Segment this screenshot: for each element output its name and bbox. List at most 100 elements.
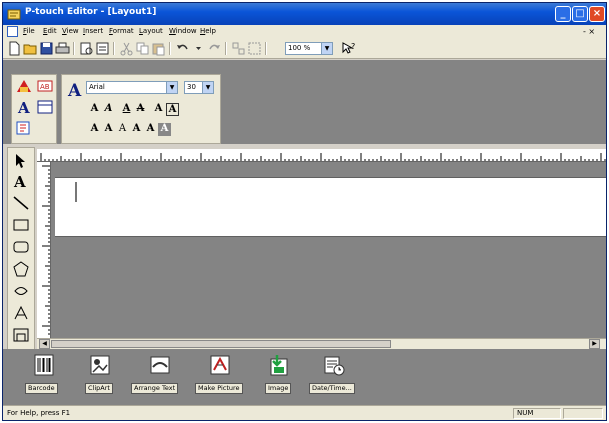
menu-window[interactable]: Window — [169, 27, 197, 35]
cut-icon[interactable] — [119, 41, 134, 56]
fill-button[interactable]: A — [144, 123, 157, 136]
clipart-button[interactable]: ClipArt — [85, 353, 125, 401]
font-name-select[interactable]: Arial ▼ — [86, 81, 178, 94]
new-icon[interactable] — [7, 41, 22, 56]
barcode-button[interactable]: Barcode — [25, 353, 65, 401]
outline-button[interactable]: A — [88, 123, 101, 136]
select-arrow-icon[interactable] — [12, 152, 30, 170]
property-dock-left: AB A — [11, 74, 57, 144]
help-pointer-icon[interactable]: ? — [341, 41, 356, 56]
copy-icon[interactable] — [135, 41, 150, 56]
text-property-icon[interactable]: A — [15, 99, 33, 115]
status-help-text: For Help, press F1 — [7, 409, 71, 417]
date-time-button[interactable]: Date/Time... — [309, 353, 369, 401]
status-bar: For Help, press F1 NUM — [3, 405, 606, 420]
menu-format[interactable]: Format — [109, 27, 134, 35]
window-title: P-touch Editor - [Layout1] — [25, 7, 157, 17]
undo-dropdown-icon[interactable] — [191, 41, 206, 56]
vertical-button[interactable]: A — [130, 123, 143, 136]
print-property-icon[interactable]: AB — [36, 78, 54, 94]
arc-tool-icon[interactable] — [12, 304, 30, 322]
strikeout-button[interactable]: A — [134, 103, 147, 116]
page-property-icon[interactable] — [15, 78, 33, 94]
text-cursor — [75, 182, 77, 202]
open-icon[interactable] — [23, 41, 38, 56]
barcode-label: Barcode — [25, 383, 58, 394]
menu-layout[interactable]: Layout — [139, 27, 163, 35]
font-icon: A — [67, 81, 82, 98]
menu-edit[interactable]: Edit — [43, 27, 57, 35]
image-button[interactable]: Image — [265, 353, 295, 401]
polygon-tool-icon[interactable] — [12, 260, 30, 278]
toolbar-separator — [225, 42, 227, 55]
vertical-ruler — [37, 162, 51, 338]
close-button[interactable]: × — [589, 6, 605, 22]
menu-insert[interactable]: Insert — [83, 27, 103, 35]
print-preview-icon[interactable] — [79, 41, 94, 56]
maximize-button[interactable]: □ — [572, 6, 588, 22]
draw-tool-palette: A — [7, 147, 35, 350]
arrange-text-button[interactable]: Arrange Text — [131, 353, 191, 401]
font-name-value: Arial — [89, 83, 105, 91]
shadow-button[interactable]: A — [152, 103, 165, 116]
make-picture-icon — [209, 353, 231, 377]
mdi-controls[interactable]: - × — [583, 27, 595, 36]
make-picture-button[interactable]: Make Picture — [195, 353, 251, 401]
title-bar[interactable]: P-touch Editor - [Layout1] _ □ × — [3, 3, 606, 25]
document-icon[interactable] — [7, 26, 18, 37]
ellipse-tool-icon[interactable] — [12, 282, 30, 300]
undo-icon[interactable] — [175, 41, 190, 56]
print-preview-2-icon[interactable] — [95, 41, 110, 56]
layout-property-icon[interactable] — [36, 99, 54, 115]
arrange-text-label: Arrange Text — [131, 383, 179, 394]
text-tool-icon[interactable]: A — [12, 172, 30, 190]
clipart-icon — [89, 353, 111, 377]
font-size-select[interactable]: 30 ▼ — [184, 81, 214, 94]
save-icon[interactable] — [39, 41, 54, 56]
make-picture-label: Make Picture — [195, 383, 243, 394]
bold-button[interactable]: A — [88, 103, 101, 116]
zoom-value: 100 % — [288, 44, 311, 52]
chevron-down-icon[interactable]: ▼ — [202, 82, 213, 93]
label-tape[interactable] — [55, 177, 606, 237]
rounded-rectangle-tool-icon[interactable] — [12, 238, 30, 256]
invert-button[interactable]: A — [158, 123, 171, 136]
vertical-ruler-ticks — [42, 165, 50, 335]
ptouch-app-icon — [7, 9, 21, 20]
chevron-down-icon[interactable]: ▼ — [166, 82, 177, 93]
italic-button[interactable]: A — [102, 103, 115, 116]
font-property-dock: A Arial ▼ 30 ▼ A A A A A A A A A A A A — [61, 74, 221, 144]
horizontal-scrollbar[interactable]: ◀ ▶ — [37, 338, 606, 349]
frame-tool-icon[interactable] — [12, 326, 30, 344]
menu-help[interactable]: Help — [200, 27, 216, 35]
menu-file[interactable]: File — [23, 27, 35, 35]
minimize-button[interactable]: _ — [555, 6, 571, 22]
underline-button[interactable]: A — [120, 103, 133, 116]
scroll-thumb[interactable] — [51, 340, 391, 348]
redo-icon[interactable] — [207, 41, 222, 56]
normal-button[interactable]: A — [116, 123, 129, 136]
rectangle-tool-icon[interactable] — [12, 216, 30, 234]
scroll-right-icon[interactable]: ▶ — [589, 339, 600, 349]
chevron-down-icon[interactable]: ▼ — [321, 43, 332, 54]
ungroup-icon[interactable] — [247, 41, 262, 56]
clipart-label: ClipArt — [85, 383, 113, 394]
toolbar-separator — [73, 42, 75, 55]
line-tool-icon[interactable] — [12, 194, 30, 212]
date-time-icon — [323, 353, 345, 377]
frame-button[interactable]: A — [166, 103, 179, 116]
align-property-icon[interactable] — [15, 120, 33, 136]
horizontal-ruler — [37, 149, 606, 162]
svg-text:AB: AB — [40, 83, 50, 91]
zoom-select[interactable]: 100 % ▼ — [285, 42, 333, 55]
print-icon[interactable] — [55, 41, 70, 56]
scroll-left-icon[interactable]: ◀ — [39, 339, 50, 349]
menu-view[interactable]: View — [62, 27, 79, 35]
status-panel-empty — [563, 408, 603, 419]
group-icon[interactable] — [231, 41, 246, 56]
object-dock: Barcode ClipArt Arrange Text Make Pictur… — [3, 349, 606, 405]
paste-icon[interactable] — [151, 41, 166, 56]
horizontal-ruler-ticks — [40, 153, 606, 161]
svg-text:A: A — [67, 81, 82, 98]
surround-button[interactable]: A — [102, 123, 115, 136]
